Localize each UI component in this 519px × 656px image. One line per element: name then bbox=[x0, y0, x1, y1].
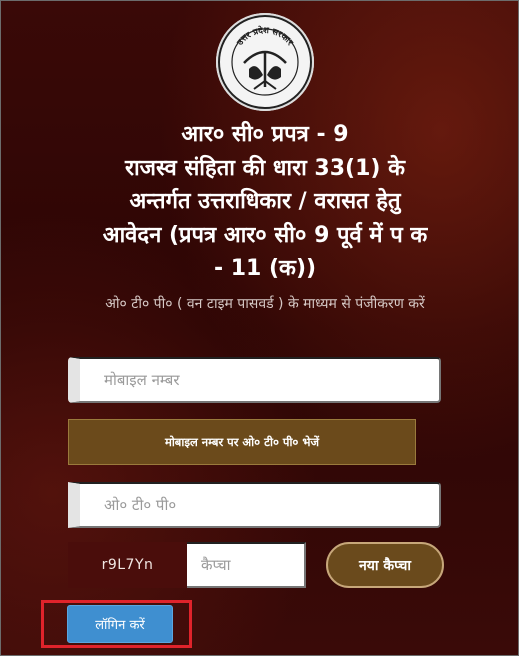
title-line-1: आर० सी० प्रपत्र - 9 bbox=[181, 122, 349, 147]
page-title: आर० सी० प्रपत्र - 9 राजस्व संहिता की धार… bbox=[60, 118, 470, 286]
captcha-code-display: r9L7Yn bbox=[68, 542, 187, 588]
svg-text:उत्तर प्रदेश सरकार: उत्तर प्रदेश सरकार bbox=[235, 25, 295, 48]
emblem-text: उत्तर प्रदेश सरकार bbox=[235, 25, 295, 48]
refresh-captcha-button[interactable]: नया कैप्चा bbox=[326, 542, 444, 588]
uttar-pradesh-emblem-icon: उत्तर प्रदेश सरकार bbox=[216, 13, 314, 111]
mobile-number-input[interactable] bbox=[68, 357, 441, 403]
otp-instruction-text: ओ० टी० पी० ( वन टाइम पासवर्ड ) के माध्यम… bbox=[105, 296, 425, 312]
title-line-4: आवेदन (प्रपत्र आर० सी० 9 पूर्व में प क bbox=[102, 222, 428, 248]
title-line-3: अन्तर्गत उत्तराधिकार / वरासत हेतु bbox=[129, 189, 401, 214]
login-button[interactable]: लॉगिन करें bbox=[67, 605, 173, 643]
title-line-5: - 11 (क)) bbox=[213, 256, 317, 281]
otp-input[interactable] bbox=[68, 482, 441, 528]
title-line-2: राजस्व संहिता की धारा 33(1) के bbox=[124, 155, 406, 181]
captcha-input[interactable] bbox=[187, 542, 306, 588]
send-otp-button[interactable]: मोबाइल नम्बर पर ओ० टी० पी० भेजें bbox=[68, 419, 416, 465]
